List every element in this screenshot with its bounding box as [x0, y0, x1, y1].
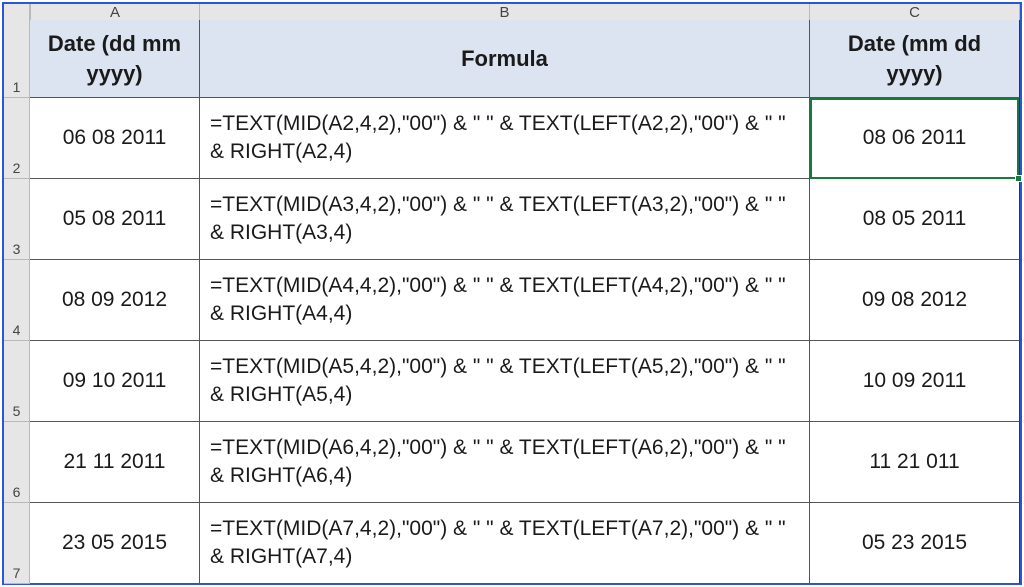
- cell-B3[interactable]: =TEXT(MID(A3,4,2),"00") & " " & TEXT(LEF…: [200, 179, 810, 260]
- spreadsheet-viewport[interactable]: A B C 1 Date (dd mm yyyy) Formula Date (…: [2, 2, 1022, 585]
- cell-A4[interactable]: 08 09 2012: [30, 260, 200, 341]
- cell-A3[interactable]: 05 08 2011: [30, 179, 200, 260]
- cell-C3[interactable]: 08 05 2011: [810, 179, 1020, 260]
- cell-C1[interactable]: Date (mm dd yyyy): [810, 20, 1020, 98]
- cell-A7[interactable]: 23 05 2015: [30, 503, 200, 584]
- cell-B5[interactable]: =TEXT(MID(A5,4,2),"00") & " " & TEXT(LEF…: [200, 341, 810, 422]
- cell-C7[interactable]: 05 23 2015: [810, 503, 1020, 584]
- row-header-1[interactable]: 1: [4, 20, 30, 98]
- cell-B4[interactable]: =TEXT(MID(A4,4,2),"00") & " " & TEXT(LEF…: [200, 260, 810, 341]
- cell-C2[interactable]: 08 06 2011: [810, 98, 1020, 179]
- cell-C4[interactable]: 09 08 2012: [810, 260, 1020, 341]
- cell-B7[interactable]: =TEXT(MID(A7,4,2),"00") & " " & TEXT(LEF…: [200, 503, 810, 584]
- cell-A6[interactable]: 21 11 2011: [30, 422, 200, 503]
- row-header-7[interactable]: 7: [4, 503, 30, 584]
- fill-handle[interactable]: [1015, 175, 1022, 182]
- row-header-6[interactable]: 6: [4, 422, 30, 503]
- cell-C6[interactable]: 11 21 011: [810, 422, 1020, 503]
- cell-B6[interactable]: =TEXT(MID(A6,4,2),"00") & " " & TEXT(LEF…: [200, 422, 810, 503]
- cell-A2[interactable]: 06 08 2011: [30, 98, 200, 179]
- cell-A5[interactable]: 09 10 2011: [30, 341, 200, 422]
- cell-A1[interactable]: Date (dd mm yyyy): [30, 20, 200, 98]
- row-header-2[interactable]: 2: [4, 98, 30, 179]
- row-header-3[interactable]: 3: [4, 179, 30, 260]
- cell-B1[interactable]: Formula: [200, 20, 810, 98]
- row-header-5[interactable]: 5: [4, 341, 30, 422]
- cell-C5[interactable]: 10 09 2011: [810, 341, 1020, 422]
- cell-B2[interactable]: =TEXT(MID(A2,4,2),"00") & " " & TEXT(LEF…: [200, 98, 810, 179]
- row-header-4[interactable]: 4: [4, 260, 30, 341]
